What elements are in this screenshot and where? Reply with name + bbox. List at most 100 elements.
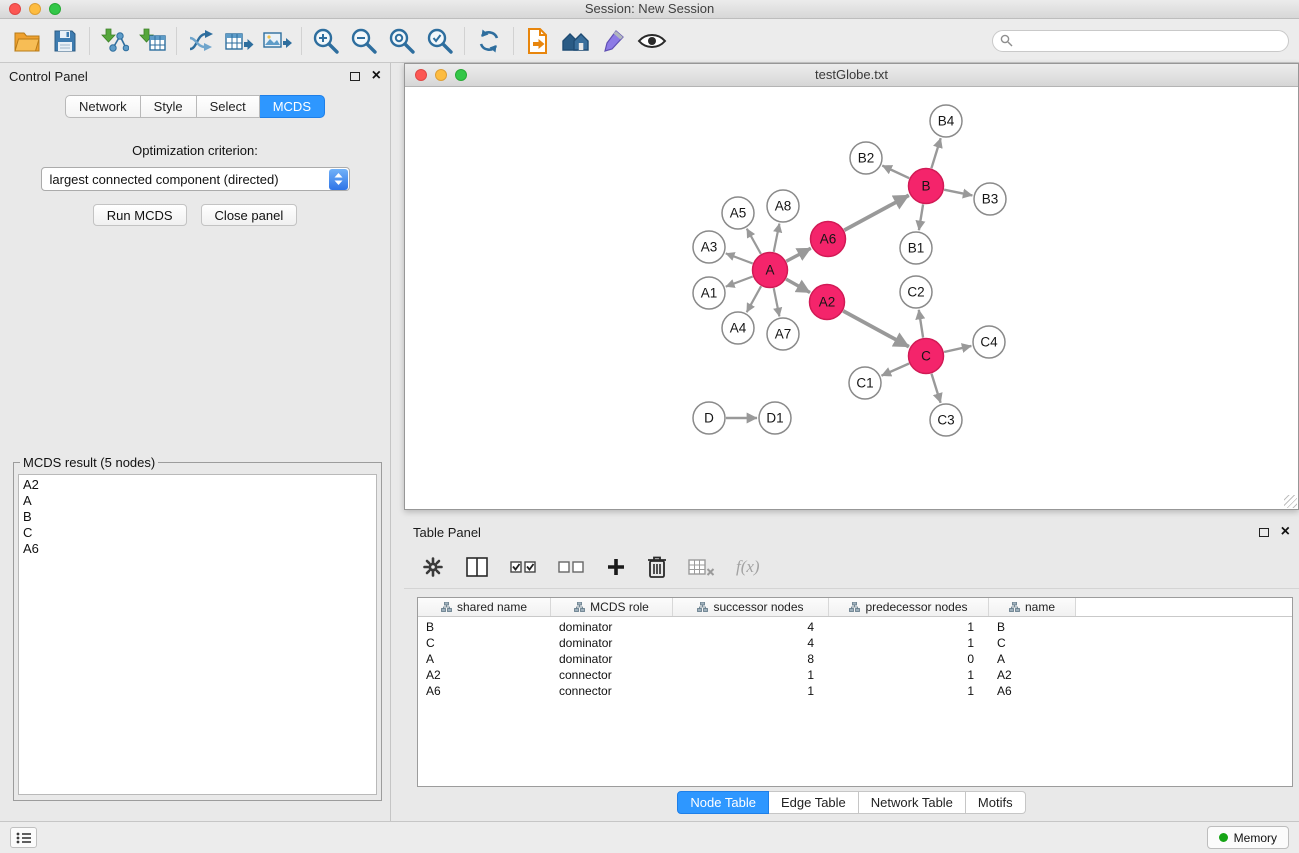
edge-C-C2[interactable] — [919, 310, 923, 338]
node-A4[interactable]: A4 — [722, 312, 754, 344]
cell[interactable]: C — [989, 636, 1076, 650]
node-A2[interactable]: A2 — [810, 285, 845, 320]
cell[interactable]: 8 — [673, 652, 829, 666]
node-A[interactable]: A — [753, 253, 788, 288]
cell[interactable]: 4 — [673, 636, 829, 650]
cell[interactable]: C — [418, 636, 551, 650]
dropdown-stepper-icon[interactable] — [329, 169, 348, 190]
save-session-icon[interactable] — [46, 24, 84, 58]
node-B1[interactable]: B1 — [900, 232, 932, 264]
delete-table-icon[interactable] — [688, 557, 715, 577]
result-item[interactable]: B — [23, 509, 372, 525]
trash-icon[interactable] — [647, 555, 667, 579]
cell[interactable]: connector — [551, 684, 673, 698]
cell[interactable]: dominator — [551, 636, 673, 650]
result-item[interactable]: A6 — [23, 541, 372, 557]
edge-A-A2[interactable] — [786, 279, 810, 292]
cell[interactable]: connector — [551, 668, 673, 682]
cell[interactable]: A6 — [418, 684, 551, 698]
import-table-icon[interactable] — [133, 24, 171, 58]
float-table-panel-icon[interactable] — [1259, 528, 1269, 537]
tab-edge-table[interactable]: Edge Table — [769, 791, 859, 814]
network-zoom-button[interactable] — [455, 69, 467, 81]
tab-mcds[interactable]: MCDS — [260, 95, 325, 118]
cell[interactable]: A — [989, 652, 1076, 666]
tab-select[interactable]: Select — [197, 95, 260, 118]
node-D1[interactable]: D1 — [759, 402, 791, 434]
close-window-button[interactable] — [9, 3, 21, 15]
edge-A6-B[interactable] — [844, 195, 909, 230]
cell[interactable]: 1 — [673, 668, 829, 682]
cell[interactable]: dominator — [551, 652, 673, 666]
cell[interactable]: A — [418, 652, 551, 666]
task-history-button[interactable] — [10, 827, 37, 848]
add-row-icon[interactable] — [606, 557, 626, 577]
cell[interactable]: B — [418, 620, 551, 634]
node-A8[interactable]: A8 — [767, 190, 799, 222]
edge-A-A8[interactable] — [774, 224, 780, 252]
node-C4[interactable]: C4 — [973, 326, 1005, 358]
home-icon[interactable] — [557, 24, 595, 58]
cell[interactable]: 1 — [829, 668, 989, 682]
tab-network[interactable]: Network — [65, 95, 141, 118]
optimization-criterion-dropdown[interactable]: largest connected component (directed) — [41, 167, 350, 191]
column-header-MCDS-role[interactable]: MCDS role — [551, 598, 673, 616]
column-header-predecessor-nodes[interactable]: predecessor nodes — [829, 598, 989, 616]
edge-C-C3[interactable] — [932, 374, 941, 403]
node-B4[interactable]: B4 — [930, 105, 962, 137]
cell[interactable]: dominator — [551, 620, 673, 634]
cell[interactable]: 1 — [829, 684, 989, 698]
node-A7[interactable]: A7 — [767, 318, 799, 350]
node-B3[interactable]: B3 — [974, 183, 1006, 215]
edge-B-B1[interactable] — [919, 204, 923, 230]
edge-B-B3[interactable] — [944, 190, 972, 196]
export-table-icon[interactable] — [220, 24, 258, 58]
edge-A-A5[interactable] — [747, 229, 761, 254]
mcds-result-list[interactable]: A2ABCA6 — [18, 474, 377, 795]
cell[interactable]: B — [989, 620, 1076, 634]
result-item[interactable]: A — [23, 493, 372, 509]
edge-A-A6[interactable] — [786, 248, 811, 261]
tab-network-table[interactable]: Network Table — [859, 791, 966, 814]
open-file-icon[interactable] — [8, 24, 46, 58]
column-header-shared-name[interactable]: shared name — [418, 598, 551, 616]
cell[interactable]: A2 — [418, 668, 551, 682]
node-B[interactable]: B — [909, 169, 944, 204]
node-A5[interactable]: A5 — [722, 197, 754, 229]
function-builder-icon[interactable]: f(x) — [736, 557, 760, 577]
node-C[interactable]: C — [909, 339, 944, 374]
network-canvas[interactable]: B4B2BB3A8A5A6A3B1AA1C2A2A4A7C4CC1DD1C3 — [405, 87, 1298, 509]
close-panel-button[interactable]: Close panel — [201, 204, 298, 226]
zoom-fit-icon[interactable] — [383, 24, 421, 58]
zoom-selected-icon[interactable] — [421, 24, 459, 58]
node-C3[interactable]: C3 — [930, 404, 962, 436]
node-B2[interactable]: B2 — [850, 142, 882, 174]
node-D[interactable]: D — [693, 402, 725, 434]
minimize-window-button[interactable] — [29, 3, 41, 15]
edge-A-A7[interactable] — [774, 288, 780, 316]
column-header-name[interactable]: name — [989, 598, 1076, 616]
node-A3[interactable]: A3 — [693, 231, 725, 263]
column-selector-icon[interactable] — [465, 556, 489, 578]
tab-motifs[interactable]: Motifs — [966, 791, 1026, 814]
result-item[interactable]: C — [23, 525, 372, 541]
float-panel-icon[interactable] — [350, 72, 360, 81]
cell[interactable]: 4 — [673, 620, 829, 634]
edge-A2-C[interactable] — [843, 311, 909, 347]
refresh-icon[interactable] — [470, 24, 508, 58]
import-network-icon[interactable] — [95, 24, 133, 58]
edge-A-A3[interactable] — [726, 253, 753, 263]
search-input[interactable] — [992, 30, 1289, 52]
network-close-button[interactable] — [415, 69, 427, 81]
resize-grip[interactable] — [1284, 495, 1297, 508]
edge-B-B4[interactable] — [931, 138, 940, 168]
edge-C-C1[interactable] — [882, 364, 910, 376]
table-row[interactable]: Cdominator41C — [418, 635, 1292, 651]
edge-B-B2[interactable] — [882, 166, 909, 179]
annotation-pen-icon[interactable] — [595, 24, 633, 58]
tab-style[interactable]: Style — [141, 95, 197, 118]
table-row[interactable]: A6connector11A6 — [418, 683, 1292, 699]
deselect-all-icon[interactable] — [558, 558, 585, 576]
edge-A-A4[interactable] — [747, 286, 761, 312]
edge-A-A1[interactable] — [726, 277, 753, 287]
